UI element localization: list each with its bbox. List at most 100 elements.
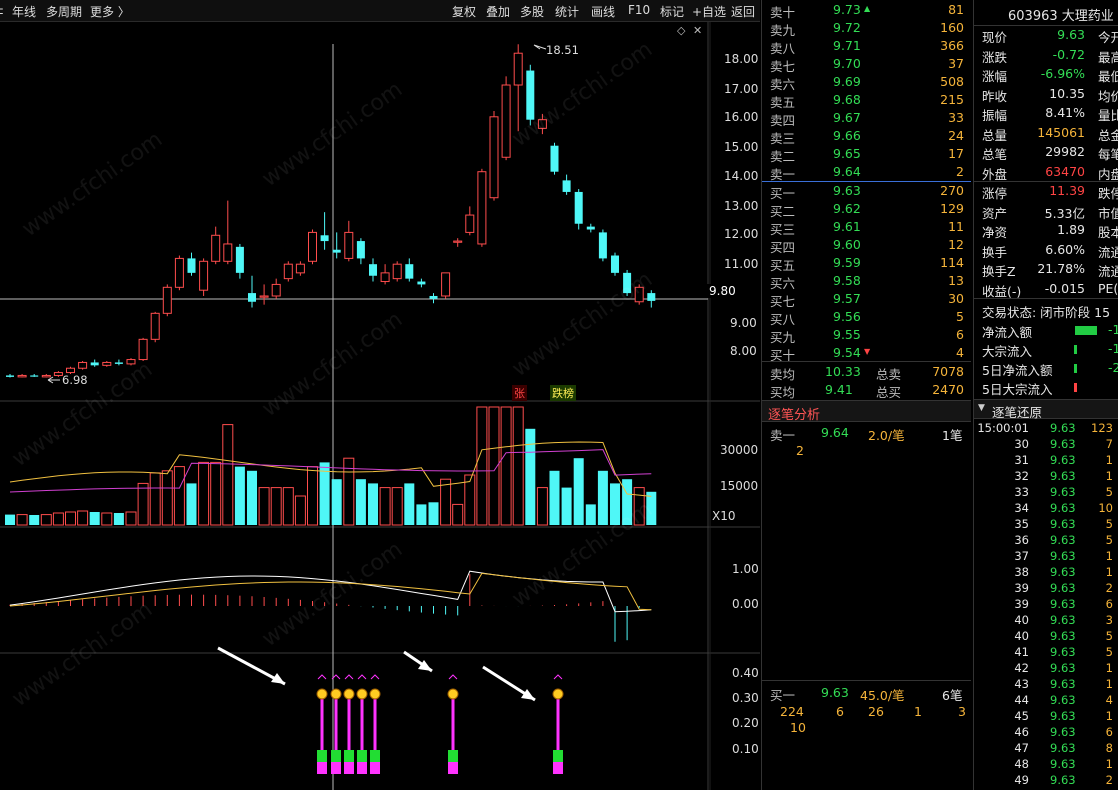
tick-row: 31 9.63 1 bbox=[974, 453, 1118, 469]
stat-value: -6.96% bbox=[1040, 66, 1085, 81]
bid-volume: 12 bbox=[948, 237, 964, 252]
bid-price: 9.55 bbox=[833, 327, 861, 342]
tick-price: 9.63 bbox=[1050, 517, 1076, 531]
flow-row: 5日净流入额 -2 bbox=[974, 359, 1118, 378]
toolbar-draw[interactable]: 画线 bbox=[591, 3, 615, 20]
bid-level-row[interactable]: 买四 9.60 12 bbox=[762, 236, 970, 255]
tick-volume: 1 bbox=[1105, 677, 1113, 691]
bid-level-row[interactable]: 买六 9.58 13 bbox=[762, 272, 970, 291]
candle-body-up bbox=[441, 272, 451, 297]
toolbar-overlay[interactable]: 叠加 bbox=[486, 3, 510, 20]
signal-magenta-block bbox=[331, 762, 341, 774]
toolbar-f10[interactable]: F10 bbox=[628, 3, 650, 17]
ask-level-row[interactable]: 卖八 9.71 366 bbox=[762, 37, 970, 56]
toolbar-more[interactable]: 更多 〉 bbox=[90, 3, 130, 20]
volume-bar-down bbox=[573, 458, 584, 525]
ask-level-row[interactable]: 卖一 9.64 2 bbox=[762, 163, 970, 182]
ask-level-row[interactable]: 卖三 9.66 24 bbox=[762, 127, 970, 146]
bid-level-row[interactable]: 买一 9.63 270 bbox=[762, 182, 970, 201]
kline-chart[interactable] bbox=[0, 22, 760, 790]
stat-label: 流通 bbox=[1098, 264, 1118, 279]
bid-price: 9.60 bbox=[833, 237, 861, 252]
stat-label: 资产 bbox=[982, 205, 1008, 221]
collapse-icon[interactable]: ▼ bbox=[978, 403, 985, 413]
tick-row: 48 9.63 1 bbox=[974, 757, 1118, 773]
bid-level-row[interactable]: 买三 9.61 11 bbox=[762, 218, 970, 237]
ask-volume: 81 bbox=[948, 2, 964, 17]
tick-analysis-header[interactable]: 逐笔分析 bbox=[762, 400, 971, 423]
bid-level-row[interactable]: 买十 9.54 ▼ 4 bbox=[762, 344, 970, 363]
bid-level-row[interactable]: 买二 9.62 129 bbox=[762, 200, 970, 219]
volume-bar-up bbox=[440, 478, 452, 526]
sell1-detail-row: 卖一 9.64 2.0/笔 1笔 bbox=[762, 424, 970, 443]
toolbar-mark[interactable]: 标记 bbox=[660, 3, 684, 20]
close-icon[interactable]: ✕ bbox=[693, 24, 702, 37]
toolbar-multi-period[interactable]: 多周期 bbox=[46, 3, 82, 20]
bid-level-row[interactable]: 买九 9.55 6 bbox=[762, 326, 970, 345]
tick-price: 9.63 bbox=[1050, 581, 1076, 595]
stock-info-panel: 603963 大理药业 现价 9.63 今开 涨跌 -0.72 最高 涨幅 -6.96% 最低昨… bbox=[973, 0, 1118, 790]
stat-label: 流通 bbox=[1098, 244, 1118, 260]
stat-row: 换手 6.60% 流通 bbox=[974, 241, 1118, 260]
bid-level-row[interactable]: 买五 9.59 114 bbox=[762, 254, 970, 273]
tick-volume: 2 bbox=[1105, 581, 1113, 595]
toolbar-cut-item[interactable]: ± bbox=[0, 3, 4, 17]
stat-value: 63470 bbox=[1045, 163, 1085, 179]
order-book-panel: 卖十 9.73 ▲ 81 卖九 9.72 160 卖八 9.71 366 卖七 9.70 37 卖六 9.6… bbox=[761, 0, 971, 790]
diamond-icon[interactable]: ◇ bbox=[677, 24, 685, 37]
tick-time: 49 bbox=[1014, 773, 1029, 787]
ask-level-row[interactable]: 卖九 9.72 160 bbox=[762, 19, 970, 38]
top-loser-marker[interactable]: 跌榜 bbox=[550, 385, 576, 401]
ask-level-row[interactable]: 卖六 9.69 508 bbox=[762, 73, 970, 92]
bid-price: 9.63 bbox=[833, 183, 861, 198]
volume-bar-up bbox=[198, 461, 210, 526]
tick-price: 9.63 bbox=[1050, 597, 1076, 611]
toolbar-multi-stock[interactable]: 多股 bbox=[520, 3, 544, 20]
tick-time: 40 bbox=[1014, 629, 1029, 643]
ask-level-row[interactable]: 卖五 9.68 215 bbox=[762, 91, 970, 110]
signal-caret bbox=[448, 674, 458, 680]
volume-bar-up bbox=[173, 466, 185, 526]
stat-label: 涨幅 bbox=[982, 69, 1008, 84]
tick-time: 33 bbox=[1014, 485, 1029, 499]
bid-level-row[interactable]: 买七 9.57 30 bbox=[762, 290, 970, 309]
ask-level-row[interactable]: 卖十 9.73 ▲ 81 bbox=[762, 1, 970, 20]
toolbar-stats[interactable]: 统计 bbox=[555, 3, 579, 20]
tick-volume: 123 bbox=[1091, 421, 1113, 435]
signal-caret bbox=[370, 674, 380, 680]
candle-body-up bbox=[380, 272, 390, 283]
tick-row: 39 9.63 6 bbox=[974, 597, 1118, 613]
tick-restore-header[interactable]: ▼ 逐笔还原 bbox=[974, 399, 1118, 420]
candle-body-up bbox=[199, 260, 209, 291]
bid-level-row[interactable]: 买八 9.56 5 bbox=[762, 308, 970, 327]
signal-magenta-block bbox=[357, 762, 367, 774]
ask-level-row[interactable]: 卖七 9.70 37 bbox=[762, 55, 970, 74]
signal-pin-head bbox=[447, 688, 459, 700]
ask-level-row[interactable]: 卖二 9.65 17 bbox=[762, 145, 970, 164]
toolbar-adjust[interactable]: 复权 bbox=[452, 3, 476, 20]
flow-bar bbox=[1075, 326, 1097, 335]
tick-row: 30 9.63 7 bbox=[974, 437, 1118, 453]
ask-price: 9.65 bbox=[833, 146, 861, 161]
tick-price: 9.63 bbox=[1050, 469, 1076, 483]
tick-row: 43 9.63 1 bbox=[974, 677, 1118, 693]
volume-bar-down bbox=[416, 504, 427, 525]
tick-volume: 1 bbox=[1105, 469, 1113, 483]
buy1-avg: 45.0/笔 bbox=[860, 688, 905, 703]
candle-body-down bbox=[248, 293, 256, 302]
tick-volume: 2 bbox=[1105, 773, 1113, 787]
toolbar-add-watch[interactable]: +自选 bbox=[692, 3, 726, 20]
toolbar-year-line[interactable]: 年线 bbox=[12, 3, 36, 20]
candle-body-up bbox=[453, 240, 463, 243]
ask-level-row[interactable]: 卖四 9.67 33 bbox=[762, 109, 970, 128]
tick-price: 9.63 bbox=[1050, 773, 1076, 787]
tick-price: 9.63 bbox=[1050, 565, 1076, 579]
toolbar-back[interactable]: 返回 bbox=[731, 3, 755, 20]
tick-time: 34 bbox=[1014, 501, 1029, 515]
chart-area[interactable]: ◇ ✕ 18.00 17.00 16.00 15.00 14.00 13.00 … bbox=[0, 22, 760, 790]
price-axis-label: 16.00 bbox=[724, 110, 759, 124]
candle-body-up bbox=[138, 338, 148, 361]
flow-row: 大宗流入 -1 bbox=[974, 340, 1118, 359]
tick-time: 32 bbox=[1014, 469, 1029, 483]
limit-up-marker[interactable]: 张 bbox=[512, 385, 527, 401]
